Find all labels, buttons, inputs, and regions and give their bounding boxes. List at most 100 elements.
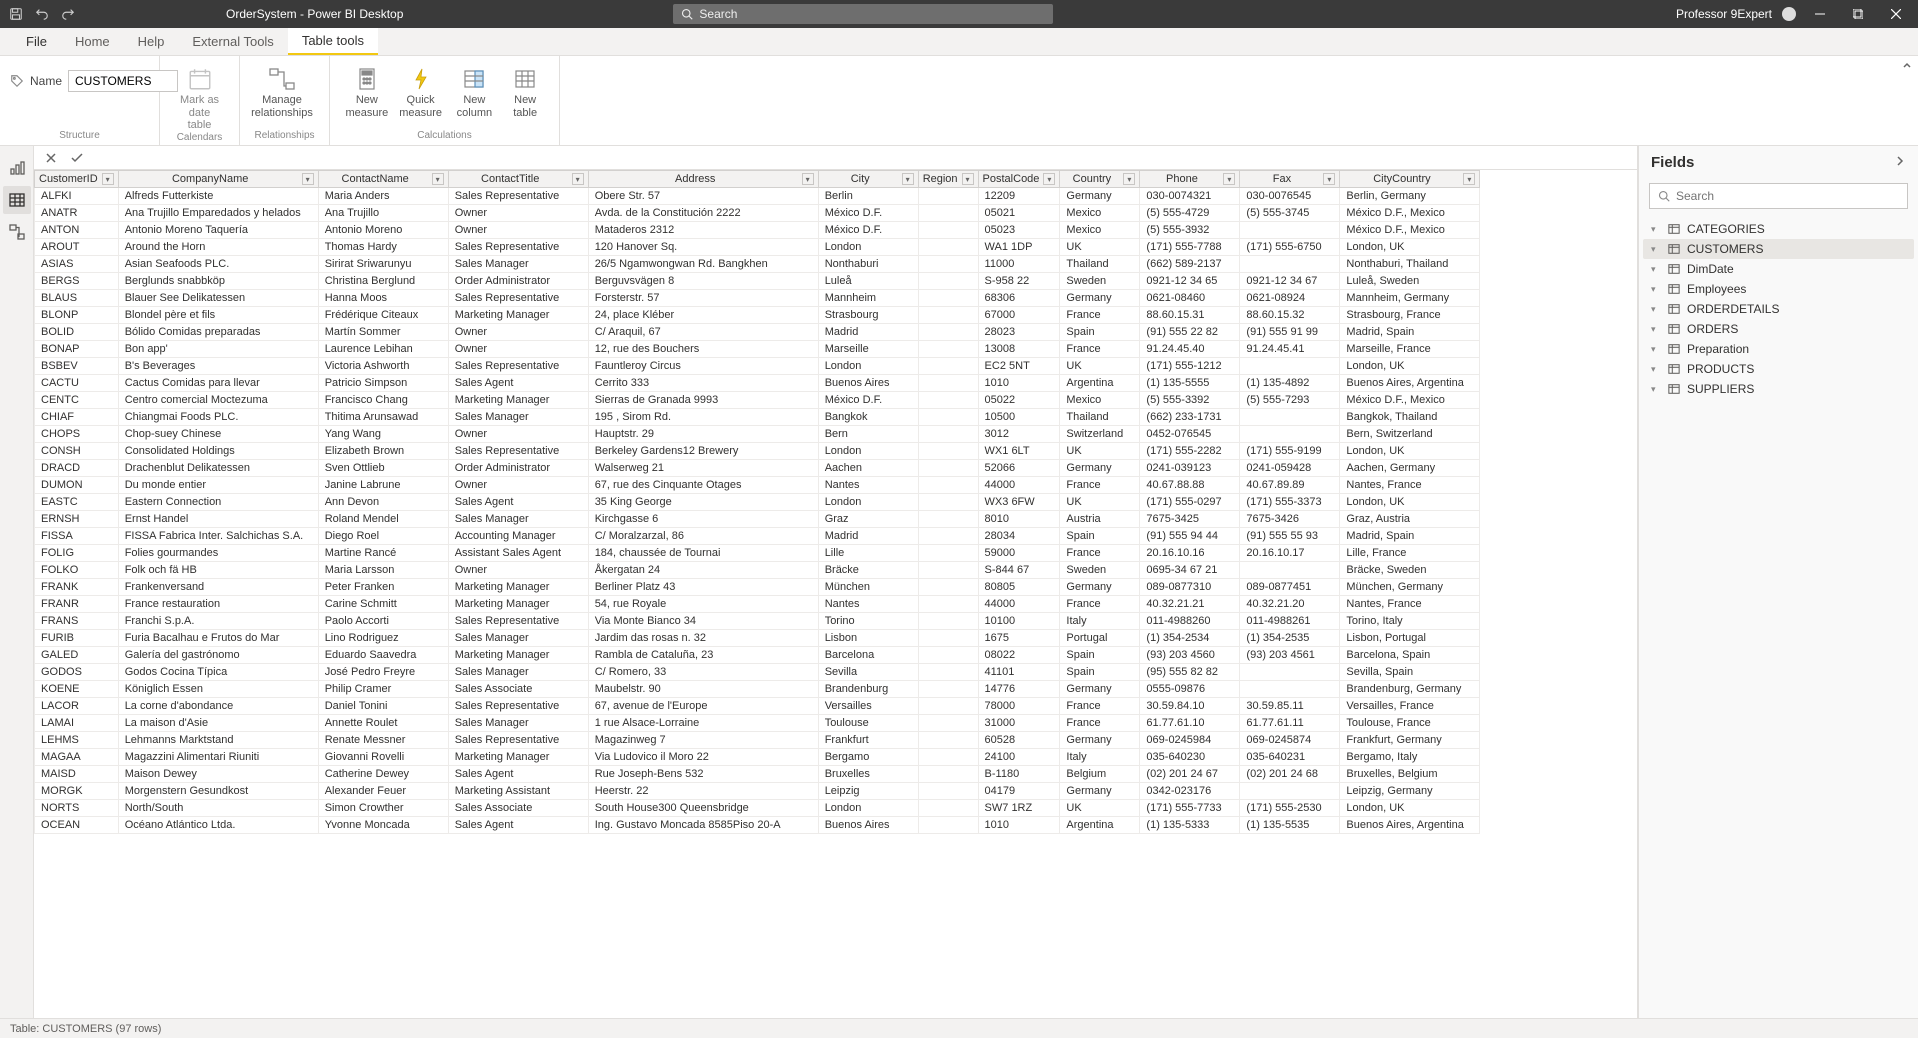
cell[interactable]: France — [1060, 545, 1140, 562]
cell[interactable]: Magazzini Alimentari Riuniti — [118, 749, 318, 766]
cell[interactable]: Aachen — [818, 460, 918, 477]
cell[interactable]: Berkeley Gardens12 Brewery — [588, 443, 818, 460]
cell[interactable]: Berguvsvägen 8 — [588, 273, 818, 290]
cell[interactable]: Order Administrator — [448, 273, 588, 290]
cell[interactable]: Sales Manager — [448, 664, 588, 681]
cell[interactable]: Maria Anders — [318, 188, 448, 205]
cell[interactable] — [918, 256, 978, 273]
cell[interactable]: 40.32.21.20 — [1240, 596, 1340, 613]
table-row[interactable]: EASTCEastern ConnectionAnn DevonSales Ag… — [35, 494, 1480, 511]
cell[interactable]: 0555-09876 — [1140, 681, 1240, 698]
cell[interactable]: Owner — [448, 477, 588, 494]
cell[interactable]: Hanna Moos — [318, 290, 448, 307]
cell[interactable]: (1) 354-2535 — [1240, 630, 1340, 647]
cell[interactable]: 3012 — [978, 426, 1060, 443]
cell[interactable]: 20.16.10.16 — [1140, 545, 1240, 562]
cell[interactable]: 52066 — [978, 460, 1060, 477]
new-measure-button[interactable]: New measure — [340, 62, 394, 119]
cell[interactable]: Lehmanns Marktstand — [118, 732, 318, 749]
cell[interactable] — [1240, 256, 1340, 273]
data-view-button[interactable] — [3, 186, 31, 214]
cell[interactable]: Austria — [1060, 511, 1140, 528]
cell[interactable]: Marketing Manager — [448, 596, 588, 613]
cell[interactable]: Bern, Switzerland — [1340, 426, 1480, 443]
cell[interactable] — [918, 647, 978, 664]
cell[interactable] — [918, 715, 978, 732]
cell[interactable] — [918, 409, 978, 426]
cell[interactable]: (171) 555-3373 — [1240, 494, 1340, 511]
cell[interactable]: Via Ludovico il Moro 22 — [588, 749, 818, 766]
cell[interactable]: Marketing Manager — [448, 579, 588, 596]
cell[interactable]: Janine Labrune — [318, 477, 448, 494]
filter-dropdown-icon[interactable]: ▾ — [1223, 173, 1235, 185]
cell[interactable]: Morgenstern Gesundkost — [118, 783, 318, 800]
cell[interactable]: Bräcke — [818, 562, 918, 579]
cell[interactable]: SW7 1RZ — [978, 800, 1060, 817]
cell[interactable]: 10100 — [978, 613, 1060, 630]
table-row[interactable]: ASIASAsian Seafoods PLC.Sirirat Sriwarun… — [35, 256, 1480, 273]
cell[interactable]: 59000 — [978, 545, 1060, 562]
collapse-fields-icon[interactable] — [1894, 155, 1906, 170]
cell[interactable]: Madrid, Spain — [1340, 528, 1480, 545]
cell[interactable]: México D.F. — [818, 392, 918, 409]
cell[interactable]: 05022 — [978, 392, 1060, 409]
cell[interactable]: Marseille — [818, 341, 918, 358]
cell[interactable]: (662) 233-1731 — [1140, 409, 1240, 426]
cell[interactable]: MAISD — [35, 766, 119, 783]
cell[interactable]: Annette Roulet — [318, 715, 448, 732]
table-row[interactable]: LACORLa corne d'abondanceDaniel ToniniSa… — [35, 698, 1480, 715]
cell[interactable]: 069-0245984 — [1140, 732, 1240, 749]
cell[interactable]: Thailand — [1060, 409, 1140, 426]
cell[interactable]: Maria Larsson — [318, 562, 448, 579]
cell[interactable] — [918, 375, 978, 392]
cell[interactable]: Heerstr. 22 — [588, 783, 818, 800]
cell[interactable]: MORGK — [35, 783, 119, 800]
cell[interactable]: Sales Agent — [448, 766, 588, 783]
cell[interactable]: Assistant Sales Agent — [448, 545, 588, 562]
cell[interactable]: Maison Dewey — [118, 766, 318, 783]
cell[interactable]: Avda. de la Constitución 2222 — [588, 205, 818, 222]
cell[interactable]: Sales Manager — [448, 715, 588, 732]
cell[interactable] — [918, 579, 978, 596]
cell[interactable]: Portugal — [1060, 630, 1140, 647]
cell[interactable]: (02) 201 24 67 — [1140, 766, 1240, 783]
cell[interactable]: London, UK — [1340, 239, 1480, 256]
cell[interactable]: Sales Agent — [448, 494, 588, 511]
cell[interactable]: Bergamo — [818, 749, 918, 766]
cell[interactable]: Leipzig — [818, 783, 918, 800]
cell[interactable]: 31000 — [978, 715, 1060, 732]
cell[interactable]: DUMON — [35, 477, 119, 494]
cell[interactable]: Aachen, Germany — [1340, 460, 1480, 477]
filter-dropdown-icon[interactable]: ▾ — [962, 173, 974, 185]
cell[interactable]: London — [818, 358, 918, 375]
cell[interactable]: Bruxelles — [818, 766, 918, 783]
cell[interactable]: Nonthaburi, Thailand — [1340, 256, 1480, 273]
cell[interactable]: Sales Representative — [448, 698, 588, 715]
cell[interactable]: UK — [1060, 800, 1140, 817]
cell[interactable]: 40.67.88.88 — [1140, 477, 1240, 494]
cell[interactable] — [918, 630, 978, 647]
cell[interactable]: Forsterstr. 57 — [588, 290, 818, 307]
cell[interactable]: 04179 — [978, 783, 1060, 800]
cell[interactable]: Germany — [1060, 681, 1140, 698]
cell[interactable]: 030-0076545 — [1240, 188, 1340, 205]
cell[interactable]: Rambla de Cataluña, 23 — [588, 647, 818, 664]
cell[interactable]: Drachenblut Delikatessen — [118, 460, 318, 477]
cell[interactable]: Toulouse, France — [1340, 715, 1480, 732]
column-header-city[interactable]: City▾ — [818, 171, 918, 188]
cell[interactable]: (5) 555-3745 — [1240, 205, 1340, 222]
cell[interactable]: Philip Cramer — [318, 681, 448, 698]
cell[interactable]: Argentina — [1060, 375, 1140, 392]
cell[interactable] — [1240, 681, 1340, 698]
cell[interactable]: Ernst Handel — [118, 511, 318, 528]
cell[interactable]: Galería del gastrónomo — [118, 647, 318, 664]
cell[interactable]: Nantes, France — [1340, 596, 1480, 613]
cell[interactable] — [918, 783, 978, 800]
cell[interactable]: BLONP — [35, 307, 119, 324]
cell[interactable]: Folies gourmandes — [118, 545, 318, 562]
cell[interactable]: CHOPS — [35, 426, 119, 443]
cell[interactable] — [918, 290, 978, 307]
cell[interactable]: Sales Representative — [448, 188, 588, 205]
cell[interactable]: Sevilla — [818, 664, 918, 681]
cell[interactable] — [918, 511, 978, 528]
